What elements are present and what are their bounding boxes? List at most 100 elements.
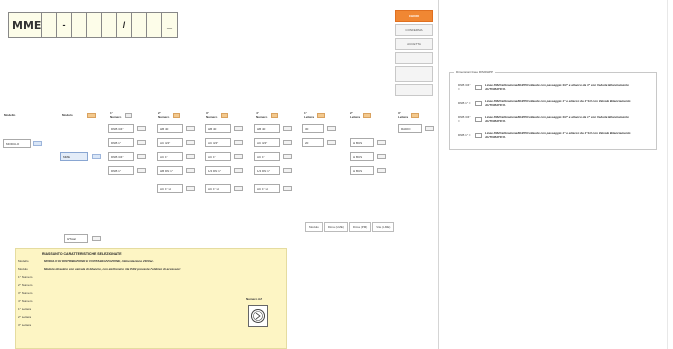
select-toggle[interactable] [377, 154, 386, 159]
select-toggle[interactable] [137, 140, 146, 145]
option-numero4[interactable]: HB 40 [254, 124, 280, 133]
select-toggle[interactable] [234, 126, 243, 131]
tab-dima-pm[interactable]: Dima (PM) [348, 222, 372, 232]
header-numero1: 1° Numero [110, 110, 133, 120]
option-numero2[interactable]: AC 1" [157, 152, 183, 161]
summary-row: 1° Lettera [18, 307, 32, 311]
select-toggle[interactable] [137, 168, 146, 173]
option-numero2[interactable]: HB 40 [157, 124, 183, 133]
option-numero2[interactable]: AC 1" H [157, 184, 183, 193]
select-toggle[interactable] [283, 140, 292, 145]
code-cell [147, 13, 162, 37]
code-cell [132, 13, 147, 37]
select-toggle[interactable] [186, 154, 195, 159]
option-numero3[interactable]: AC 1" [205, 152, 231, 161]
option-numero4[interactable]: AC 1" [254, 152, 280, 161]
select-toggle[interactable] [137, 126, 146, 131]
option-numero3[interactable]: AC 1" H [205, 184, 231, 193]
select-toggle[interactable] [234, 168, 243, 173]
code-cell: _ [162, 13, 177, 37]
option-lettera1[interactable]: 30 [302, 124, 324, 133]
option-modulo[interactable]: MME [60, 152, 88, 161]
option-numero3[interactable]: AC 3/4" [205, 138, 231, 147]
option-lettera2[interactable]: H BUS [350, 138, 374, 147]
option-numero4[interactable]: AC 3/4" [254, 138, 280, 147]
select-toggle[interactable] [327, 140, 336, 145]
select-toggle[interactable] [283, 126, 292, 131]
option-numero4[interactable]: AC 1" H [254, 184, 280, 193]
select-toggle[interactable] [33, 141, 42, 146]
quantity-input[interactable]: 0/Total [64, 234, 88, 243]
option-numero2[interactable]: HB DN 1" [157, 166, 183, 175]
filter-button[interactable] [411, 112, 420, 118]
tab-vite-lme[interactable]: Vite (LME) [372, 222, 395, 232]
header-lettera2: 2° Lettera [350, 110, 372, 120]
filter-button[interactable] [363, 112, 372, 118]
option-lettera2[interactable]: H BUS [350, 152, 374, 161]
select-toggle[interactable] [327, 126, 336, 131]
summary-row: 3° Lettera [18, 323, 32, 327]
filter-button[interactable] [172, 112, 181, 118]
option-numero3[interactable]: HB 40 [205, 124, 231, 133]
header-numero4: 4° Numero [256, 110, 279, 120]
dimension-row: DNB 3/4" = Linee RIS/Calibrazione/RHPP/co… [458, 115, 629, 123]
select-toggle[interactable] [425, 126, 434, 131]
select-toggle[interactable] [186, 168, 195, 173]
code-cell [42, 13, 57, 37]
filter-button[interactable] [317, 112, 326, 118]
select-toggle[interactable] [283, 168, 292, 173]
checkbox[interactable] [475, 132, 482, 138]
option-numero1[interactable]: DNB 1" [108, 138, 134, 147]
code-cell [102, 13, 117, 37]
select-toggle[interactable] [234, 186, 243, 191]
option-lettera3[interactable]: RADIO [398, 124, 422, 133]
summary-panel: RIASSUNTO CARATTERISTICHE SELEZIONATE Mo… [15, 248, 287, 349]
disabled-button[interactable] [395, 66, 433, 82]
option-numero4[interactable]: 1/4 DN 1" [254, 166, 280, 175]
select-toggle[interactable] [186, 186, 195, 191]
select-toggle[interactable] [234, 140, 243, 145]
option-numero2[interactable]: AC 3/4" [157, 138, 183, 147]
product-code-bar: MME - / _ [8, 12, 178, 38]
option-numero1[interactable]: DNB 1" [108, 166, 134, 175]
option-numero1[interactable]: DNB 3/4" [108, 152, 134, 161]
checkbox[interactable] [475, 116, 482, 122]
accept-button[interactable]: ACCETTA [395, 38, 433, 50]
select-toggle[interactable] [92, 236, 101, 241]
numero-label: Numero AZ [246, 297, 263, 301]
select-toggle[interactable] [234, 154, 243, 159]
select-toggle[interactable] [186, 140, 195, 145]
code-cell: - [57, 13, 72, 37]
option-modello[interactable]: MODULO [3, 139, 31, 148]
confirm-button[interactable]: CONFERMA [395, 24, 433, 36]
divider [438, 0, 439, 349]
disabled-button[interactable] [395, 84, 433, 96]
filter-button[interactable] [270, 112, 279, 118]
summary-row: Modulo Modulo idraulico con valvola di bi… [18, 267, 181, 271]
disabled-button[interactable] [395, 52, 433, 64]
select-toggle[interactable] [186, 126, 195, 131]
tab-modulo[interactable]: Modulo [305, 222, 323, 232]
dimension-row: DNB 1" = Linee RIS/Calibrazione/RHPP/coll… [458, 99, 631, 107]
summary-row: 1° Numero [18, 275, 33, 279]
filter-button[interactable] [220, 112, 229, 118]
select-toggle[interactable] [377, 168, 386, 173]
summary-row: 2° Numero [18, 283, 33, 287]
select-toggle[interactable] [283, 154, 292, 159]
option-lettera1[interactable]: 20 [302, 138, 324, 147]
option-numero1[interactable]: DNB 3/4" [108, 124, 134, 133]
summary-title: RIASSUNTO CARATTERISTICHE SELEZIONATE [42, 252, 122, 256]
select-toggle[interactable] [283, 186, 292, 191]
close-button[interactable]: CHIUDI [395, 10, 433, 22]
select-toggle[interactable] [377, 140, 386, 145]
option-lettera2[interactable]: H BUS [350, 166, 374, 175]
select-toggle[interactable] [92, 154, 101, 159]
filter-button[interactable] [86, 112, 96, 118]
option-numero3[interactable]: 1/4 DN 1" [205, 166, 231, 175]
filter-button[interactable] [124, 112, 133, 118]
checkbox[interactable] [475, 100, 482, 106]
tab-dima-lme[interactable]: Dima (LME) [323, 222, 348, 232]
checkbox[interactable] [475, 84, 482, 90]
select-toggle[interactable] [137, 154, 146, 159]
summary-row: Modello MODULO DI DISTRIBUZIONE E CONTABI… [18, 259, 154, 263]
